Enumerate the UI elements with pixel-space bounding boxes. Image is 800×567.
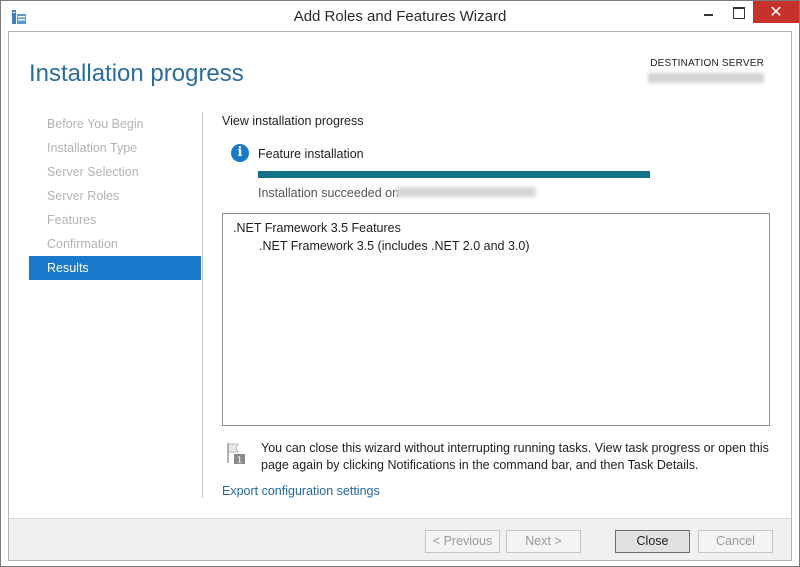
close-icon: ✕: [769, 4, 783, 21]
close-wizard-note: You can close this wizard without interr…: [261, 441, 769, 472]
destination-server-value-redacted: [648, 73, 764, 83]
wizard-content: Installation progress DESTINATION SERVER…: [8, 31, 792, 561]
title-bar[interactable]: Add Roles and Features Wizard ✕: [1, 1, 799, 31]
nav-item-features: Features: [47, 213, 97, 227]
nav-item-installation-type: Installation Type: [47, 141, 138, 155]
cancel-button[interactable]: Cancel: [698, 530, 773, 553]
progress-fill: [258, 171, 650, 178]
flag-notification-icon: 1: [227, 443, 245, 465]
installation-status: Installation succeeded on: [258, 186, 400, 200]
installation-progress-bar: [258, 171, 650, 178]
result-item-net-35-features: .NET Framework 3.5 Features: [233, 221, 401, 235]
close-button[interactable]: Close: [615, 530, 690, 553]
nav-item-confirmation: Confirmation: [47, 237, 118, 251]
wizard-footer: < Previous Next > Close Cancel: [9, 518, 791, 560]
nav-divider: [202, 112, 203, 498]
result-item-net-35-framework: .NET Framework 3.5 (includes .NET 2.0 an…: [259, 239, 530, 253]
nav-item-server-roles: Server Roles: [47, 189, 120, 203]
export-configuration-link[interactable]: Export configuration settings: [222, 484, 380, 498]
feature-installation-label: Feature installation: [258, 147, 364, 161]
previous-button[interactable]: < Previous: [425, 530, 500, 553]
nav-item-before-you-begin: Before You Begin: [47, 117, 144, 131]
destination-server-label: DESTINATION SERVER: [650, 58, 764, 69]
wizard-window: Add Roles and Features Wizard ✕ Installa…: [0, 0, 800, 567]
nav-item-results[interactable]: Results: [29, 256, 201, 280]
main-panel: View installation progress i Feature ins…: [222, 112, 776, 512]
svg-text:1: 1: [237, 456, 242, 465]
results-list[interactable]: .NET Framework 3.5 Features .NET Framewo…: [222, 213, 770, 426]
page-title: Installation progress: [29, 60, 244, 87]
info-icon: i: [231, 144, 249, 162]
nav-item-server-selection: Server Selection: [47, 165, 139, 179]
installation-target-redacted: [396, 187, 536, 197]
maximize-button[interactable]: [723, 1, 753, 23]
window-title: Add Roles and Features Wizard: [293, 8, 507, 25]
window-close-button[interactable]: ✕: [753, 1, 799, 23]
minimize-button[interactable]: [693, 1, 723, 23]
wizard-nav: Before You Begin Installation Type Serve…: [29, 112, 201, 280]
next-button[interactable]: Next >: [506, 530, 581, 553]
section-heading: View installation progress: [222, 114, 364, 128]
